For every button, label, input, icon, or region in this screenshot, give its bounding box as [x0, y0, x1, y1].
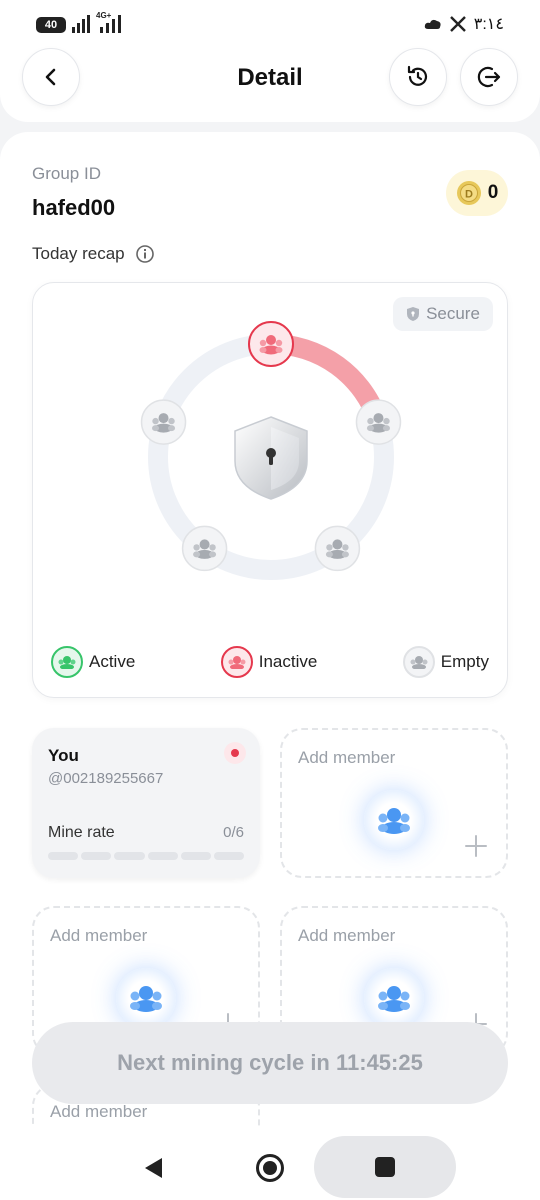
member-slot-inactive-icon — [248, 321, 294, 367]
member-card-you[interactable]: You @002189255667 Mine rate 0/6 — [32, 728, 260, 878]
member-handle: @002189255667 — [48, 770, 164, 787]
users-icon — [116, 968, 176, 1028]
logout-icon — [477, 66, 501, 88]
add-member-label: Add member — [50, 926, 148, 945]
recap-legend: Active Inactive Empty — [51, 645, 489, 679]
legend-active: Active — [51, 646, 135, 678]
coin-balance[interactable]: D 0 — [446, 170, 508, 216]
history-button[interactable] — [389, 48, 447, 106]
recap-card: Secure Active Inactive Empty — [32, 282, 508, 698]
status-time: ٣:١٤ — [473, 16, 504, 33]
add-member-label: Add member — [298, 926, 396, 945]
nav-recents-button[interactable] — [314, 1136, 456, 1198]
mine-rate-value: 0/6 — [223, 824, 244, 841]
member-slot-empty-icon — [181, 525, 228, 572]
mine-rate-label: Mine rate — [48, 824, 115, 841]
status-dot-icon — [224, 742, 246, 764]
legend-inactive-label: Inactive — [258, 652, 318, 671]
today-recap-label: Today recap — [32, 244, 125, 263]
status-bar: 40 4G+ ٣:١٤ — [0, 0, 540, 44]
add-member-label: Add member — [50, 1102, 148, 1121]
legend-inactive: Inactive — [220, 646, 318, 678]
active-user-icon — [51, 646, 83, 678]
mine-rate-bar — [48, 852, 245, 860]
center-shield-icon — [234, 416, 308, 500]
svg-text:D: D — [465, 189, 473, 201]
exit-button[interactable] — [460, 48, 518, 106]
member-ring — [140, 321, 402, 580]
nav-home-icon[interactable] — [256, 1154, 284, 1182]
history-icon — [407, 65, 428, 86]
page-title: Detail — [237, 64, 303, 91]
header: Detail — [0, 44, 540, 122]
cloud-icon — [424, 19, 441, 29]
info-icon[interactable] — [135, 244, 155, 264]
member-slot-empty-icon — [140, 399, 187, 445]
nav-recents-icon — [375, 1157, 395, 1177]
nav-back-icon[interactable] — [142, 1156, 164, 1180]
member-slot-empty-icon — [314, 525, 361, 572]
add-member-label: Add member — [298, 748, 396, 767]
add-member-card[interactable]: Add member — [280, 728, 508, 878]
system-nav-bar — [0, 1126, 540, 1200]
signal-icon — [72, 15, 90, 33]
group-id-value: hafed00 — [32, 195, 116, 220]
empty-user-icon — [402, 646, 435, 678]
x-icon — [449, 16, 466, 32]
coin-count: 0 — [487, 182, 499, 203]
battery-icon: 40 — [36, 17, 66, 33]
today-recap-heading: Today recap — [32, 244, 155, 264]
legend-active-label: Active — [89, 652, 136, 671]
legend-empty-label: Empty — [440, 652, 489, 671]
signal-icon-2 — [100, 15, 121, 33]
mining-cycle-banner: Next mining cycle in 11:45:25 — [32, 1022, 508, 1104]
plus-icon[interactable] — [464, 834, 488, 858]
group-id-label: Group ID — [32, 164, 101, 183]
member-slot-empty-icon — [355, 399, 402, 445]
coin-icon: D — [456, 181, 481, 205]
member-name: You — [48, 746, 79, 765]
legend-empty: Empty — [402, 646, 489, 678]
users-icon — [364, 968, 424, 1028]
users-icon — [364, 790, 424, 850]
inactive-user-icon — [220, 646, 253, 678]
